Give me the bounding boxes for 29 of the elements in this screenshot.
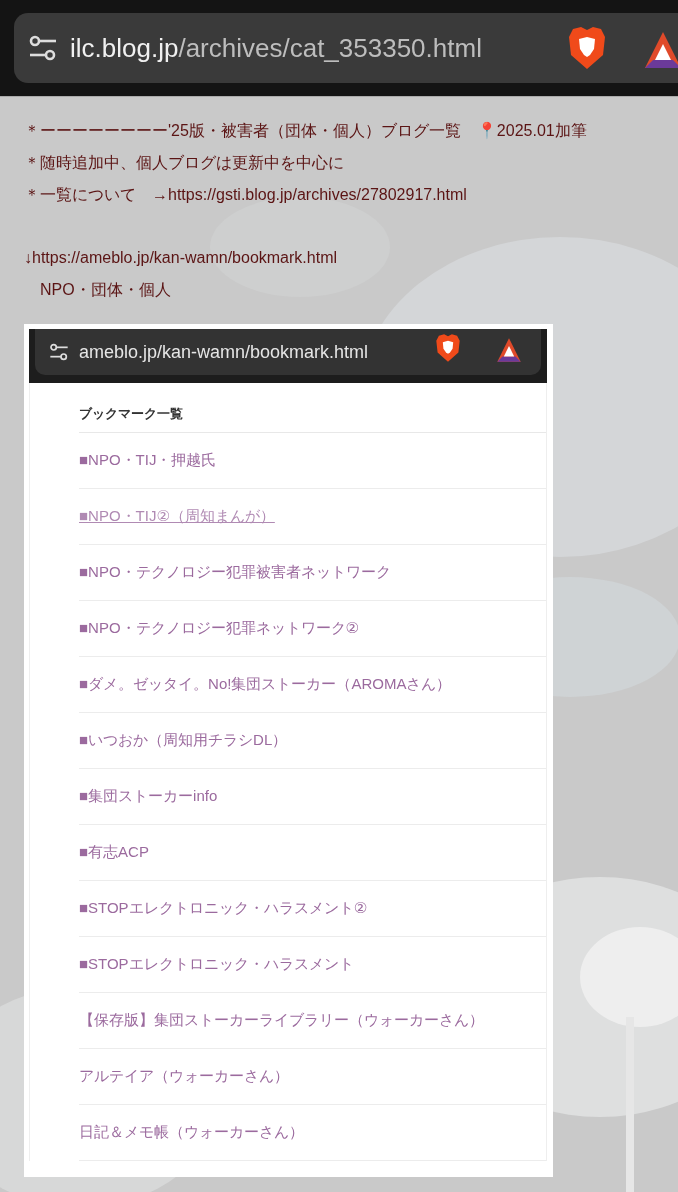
bookmark-link[interactable]: ■NPO・テクノロジー犯罪被害者ネットワーク (79, 563, 391, 582)
triangle-icon[interactable] (645, 30, 678, 70)
site-settings-icon[interactable] (49, 343, 69, 361)
bookmark-link[interactable]: ■ダメ。ゼッタイ。No!集団ストーカー（AROMAさん） (79, 675, 452, 694)
bookmark-link[interactable]: ■NPO・TIJ・押越氏 (79, 451, 217, 470)
bookmark-heading: ブックマーク一覧 (79, 383, 546, 433)
lion-shield-icon[interactable] (567, 25, 607, 71)
triangle-icon[interactable] (495, 337, 523, 363)
post-text: NPO・団体・個人 (39, 280, 172, 300)
bookmark-link[interactable]: ■いつおか（周知用チラシDL） (79, 731, 288, 750)
bookmark-link[interactable]: ■有志ACP (79, 843, 149, 862)
site-settings-icon[interactable] (28, 35, 58, 61)
bookmark-link[interactable]: ■STOPエレクトロニック・ハラスメント (79, 955, 354, 974)
url-text: ilc.blog.jp/archives/cat_353350.html (70, 32, 482, 64)
lion-shield-icon[interactable] (435, 333, 461, 363)
bookmark-link[interactable]: 日記＆メモ帳（ウォーカーさん） (79, 1123, 304, 1142)
post-text: ＊一覧について →https://gsti.blog.jp/archives/27802917.html (24, 185, 468, 205)
bookmark-link[interactable]: ■集団ストーカーinfo (79, 787, 218, 806)
post-text: ＊随時追加中、個人ブログは更新中を中心に (24, 153, 345, 173)
post-text: ＊ーーーーーーーー'25版・被害者（団体・個人）ブログ一覧 📍2025.01加筆 (24, 121, 588, 141)
post-text: ↓https://ameblo.jp/kan-wamn/bookmark.html (24, 248, 338, 268)
address-field[interactable]: ameblo.jp/kan-wamn/bookmark.html (35, 329, 541, 375)
bookmark-link[interactable]: ■NPO・テクノロジー犯罪ネットワーク② (79, 619, 359, 638)
address-field[interactable]: ilc.blog.jp/archives/cat_353350.html (14, 13, 678, 83)
bookmark-link[interactable]: ■STOPエレクトロニック・ハラスメント② (79, 899, 368, 918)
bookmark-link[interactable]: ■NPO・TIJ②（周知まんが） (79, 507, 275, 526)
url-text: ameblo.jp/kan-wamn/bookmark.html (79, 341, 369, 363)
bookmark-link[interactable]: アルテイア（ウォーカーさん） (79, 1067, 289, 1086)
bookmark-link[interactable]: 【保存版】集団ストーカーライブラリー（ウォーカーさん） (79, 1011, 484, 1030)
